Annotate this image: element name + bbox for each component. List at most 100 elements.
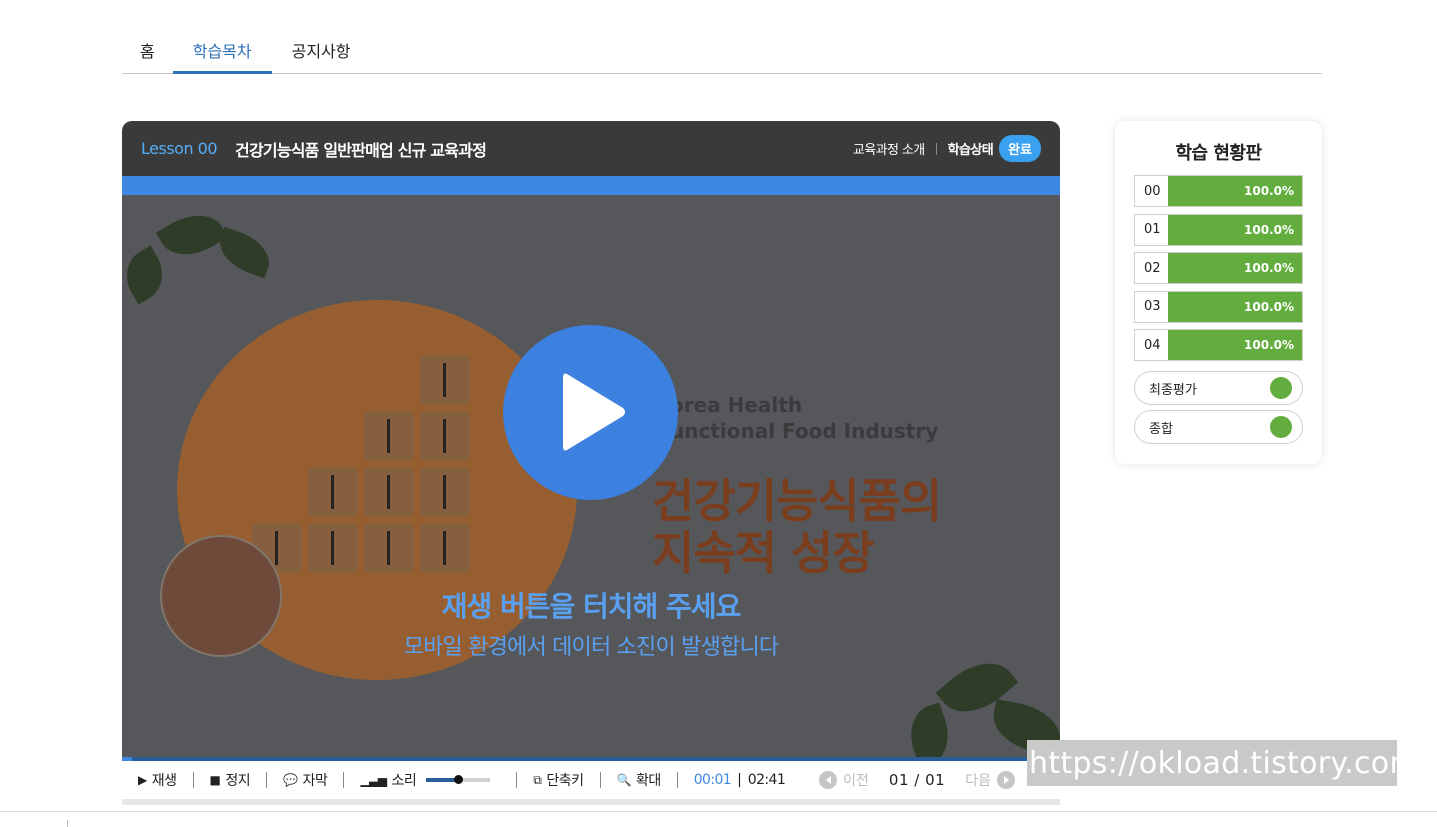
lesson-progress-row[interactable]: 04 100.0%: [1134, 329, 1303, 361]
touch-play-message: 재생 버튼을 터치해 주세요: [441, 590, 742, 623]
sound-control[interactable]: ▁▃▅ 소리: [360, 770, 416, 790]
stop-control[interactable]: ■ 정지: [210, 770, 251, 790]
arrow-block: [364, 467, 414, 517]
divider: [676, 772, 678, 788]
arrow-block: [420, 467, 470, 517]
top-tab-bar: 홈 학습목차 공지사항: [122, 30, 1322, 74]
chevron-right-icon: [996, 771, 1015, 789]
complete-status-icon: [1270, 416, 1292, 438]
play-label: 재생: [151, 773, 177, 789]
progress-bar: 100.0%: [1168, 214, 1302, 245]
current-time: 00:01: [693, 772, 732, 788]
arrow-block: [308, 467, 358, 517]
speech-bubble-icon: 💬: [283, 773, 298, 787]
shortcut-label: 단축키: [546, 773, 584, 789]
page-indicator: 01 / 01: [888, 771, 946, 789]
video-progress-track[interactable]: [122, 757, 1060, 761]
magnifier-icon: 🔍: [616, 773, 632, 787]
shortcut-icon: ⧉: [533, 772, 542, 787]
divider: [266, 772, 268, 788]
lesson-progress-row[interactable]: 03 100.0%: [1134, 290, 1303, 323]
play-small-icon: ▶: [138, 773, 147, 787]
board-title: 학습 현황판: [1175, 143, 1262, 164]
leaf-decoration: [156, 202, 228, 268]
subtitle-label: 자막: [302, 773, 328, 789]
final-evaluation-item[interactable]: 최종평가: [1134, 371, 1303, 405]
volume-knob[interactable]: [454, 775, 464, 784]
video-player: Lesson 00 건강기능식품 일반판매업 신규 교육과정 교육과정 소개 학…: [122, 121, 1060, 805]
stop-label: 정지: [225, 773, 251, 789]
arrow-block: [420, 355, 470, 405]
lesson-number: 04: [1135, 330, 1168, 360]
arrow-block: [420, 523, 470, 573]
next-label: 다음: [965, 773, 991, 789]
progress-bar: 100.0%: [1168, 253, 1302, 283]
progress-bar: 100.0%: [1168, 330, 1302, 360]
play-icon: [563, 373, 625, 451]
player-header: Lesson 00 건강기능식품 일반판매업 신규 교육과정 교육과정 소개 학…: [122, 121, 1060, 176]
divider: [192, 772, 194, 788]
arrow-block: [364, 523, 414, 573]
leaf-decoration: [122, 245, 174, 305]
lesson-number: Lesson 00: [141, 139, 218, 158]
shortcut-control[interactable]: ⧉ 단축키: [533, 770, 584, 790]
zoom-label: 확대: [635, 773, 661, 789]
divider: [599, 772, 601, 788]
big-play-button[interactable]: [503, 325, 678, 500]
header-right: 교육과정 소개 학습상태 완료: [853, 135, 1041, 162]
lesson-number: 01: [1135, 214, 1168, 245]
play-control[interactable]: ▶ 재생: [138, 770, 177, 790]
tab-contents[interactable]: 학습목차: [172, 30, 272, 74]
divider: [67, 820, 68, 827]
tab-home[interactable]: 홈: [122, 30, 173, 73]
arrow-block: [420, 411, 470, 461]
page-bottom-divider: [0, 811, 1437, 812]
tab-notice[interactable]: 공지사항: [272, 30, 371, 73]
status-label: 학습상태: [947, 143, 994, 158]
overall-item[interactable]: 종합: [1134, 410, 1303, 444]
course-intro-link[interactable]: 교육과정 소개: [853, 139, 925, 158]
slide-english-line-2: unctional Food Industry: [670, 419, 939, 443]
divider: [935, 142, 937, 155]
arrow-block: [308, 523, 358, 573]
data-usage-message: 모바일 환경에서 데이터 소진이 발생합니다: [403, 635, 780, 660]
chevron-left-icon: [819, 771, 838, 789]
time-separator: |: [737, 772, 742, 788]
lesson-number: 00: [1135, 176, 1168, 206]
divider: [343, 772, 345, 788]
volume-bars-icon: ▁▃▅: [360, 773, 387, 787]
leaf-decoration: [901, 702, 958, 761]
volume-slider[interactable]: [426, 775, 491, 784]
lesson-progress-row[interactable]: 01 100.0%: [1134, 213, 1303, 246]
sound-label: 소리: [391, 773, 417, 789]
slide-english-line-1: orea Health: [670, 393, 803, 417]
progress-bar: 100.0%: [1168, 291, 1302, 322]
url-watermark: https://okload.tistory.com: [1027, 740, 1419, 786]
lesson-title: 건강기능식품 일반판매업 신규 교육과정: [235, 140, 487, 160]
next-button[interactable]: 다음: [965, 770, 1015, 790]
progress-bar: 100.0%: [1168, 176, 1302, 206]
status-badge: 완료: [999, 135, 1041, 162]
learning-status-board: 학습 현황판 00 100.0% 01 100.0% 02 100.0% 03 …: [1115, 121, 1322, 464]
zoom-control[interactable]: 🔍 확대: [616, 770, 662, 790]
final-evaluation-label: 최종평가: [1149, 382, 1197, 398]
arrow-block: [364, 411, 414, 461]
control-bar: ▶ 재생 ■ 정지 💬 자막 ▁▃▅ 소리 ⧉ 단축키 🔍 확대 00:01 |…: [122, 761, 1060, 799]
subtitle-control[interactable]: 💬 자막: [283, 770, 328, 790]
header-accent-bar: [122, 176, 1060, 195]
video-progress-fill: [122, 757, 133, 761]
lesson-number: 02: [1135, 253, 1168, 283]
lesson-progress-row[interactable]: 02 100.0%: [1134, 252, 1303, 284]
bottom-rail: [122, 799, 1060, 805]
prev-label: 이전: [843, 773, 869, 789]
leaf-decoration: [212, 226, 277, 279]
complete-status-icon: [1270, 377, 1292, 399]
video-area[interactable]: orea Health unctional Food Industry 건강기능…: [122, 195, 1060, 761]
total-time: 02:41: [747, 772, 786, 788]
overall-label: 종합: [1149, 421, 1173, 437]
slide-title-line-2: 지속적 성장: [652, 526, 875, 580]
prev-button[interactable]: 이전: [819, 770, 869, 790]
lesson-number: 03: [1135, 291, 1168, 322]
stop-icon: ■: [209, 773, 221, 787]
lesson-progress-row[interactable]: 00 100.0%: [1134, 175, 1303, 207]
